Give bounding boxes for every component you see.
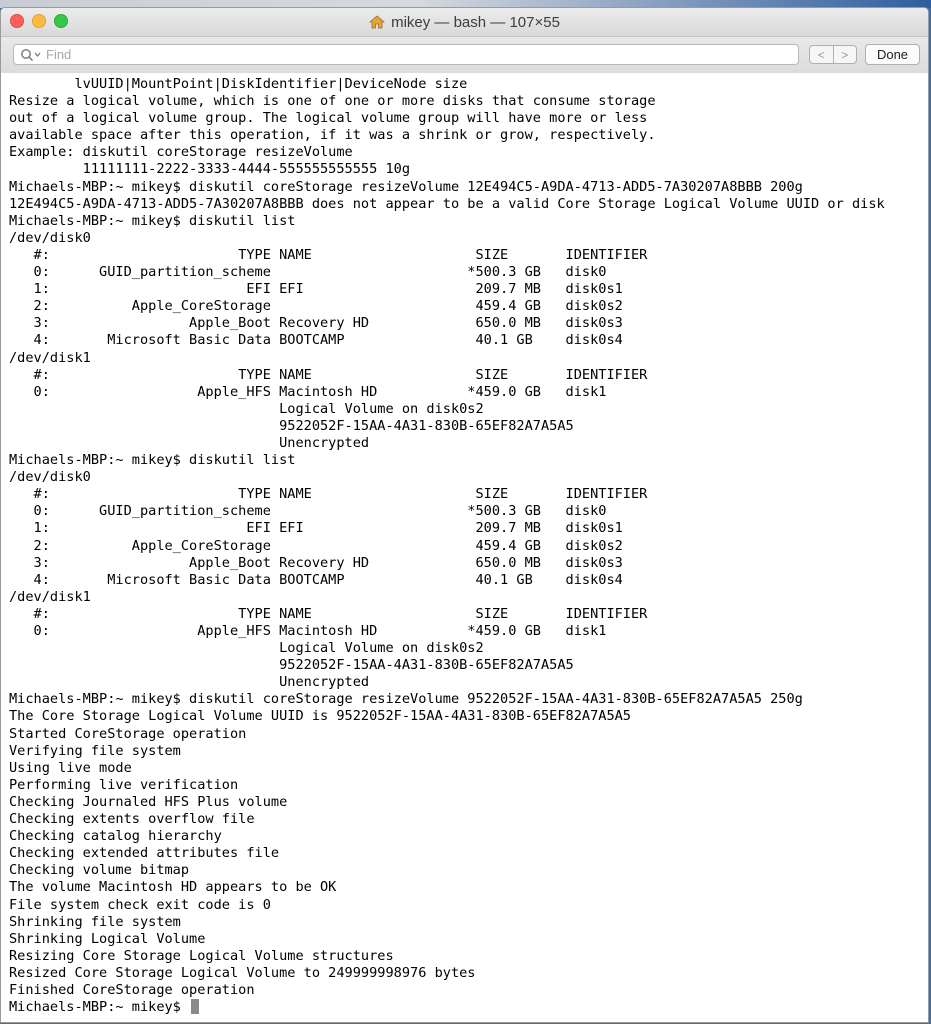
terminal-line: Finished CoreStorage operation: [9, 981, 255, 998]
terminal-line: The volume Macintosh HD appears to be OK: [9, 879, 337, 896]
terminal-line: Unencrypted: [9, 434, 370, 451]
terminal-line: available space after this operation, if…: [9, 127, 656, 144]
terminal-line: 0: Apple_HFS Macintosh HD *459.0 GB disk…: [9, 623, 607, 639]
terminal-line: 11111111-2222-3333-4444-555555555555 10g: [9, 161, 411, 178]
terminal-line: Shrinking Logical Volume: [9, 930, 206, 947]
terminal-line: /dev/disk1: [9, 349, 91, 366]
terminal-line: Checking volume bitmap: [9, 862, 190, 879]
terminal-line: 9522052F-15AA-4A31-830B-65EF82A7A5A5: [9, 657, 574, 674]
terminal-line: 3: Apple_Boot Recovery HD 650.0 MB disk0…: [9, 554, 623, 571]
terminal-line: Verifying file system: [9, 742, 181, 759]
terminal-line: 0: Apple_HFS Macintosh HD *459.0 GB disk…: [9, 383, 607, 400]
window-title: mikey — bash — 107×55: [391, 13, 560, 31]
terminal-line: Checking extents overflow file: [9, 811, 255, 828]
text-cursor: [191, 999, 200, 1015]
terminal-line: Checking extended attributes file: [9, 845, 280, 862]
terminal-line: Logical Volume on disk0s2: [9, 640, 484, 657]
terminal-line: 12E494C5-A9DA-4713-ADD5-7A30207A8BBB doe…: [9, 195, 885, 212]
terminal-line: lvUUID|MountPoint|DiskIdentifier|DeviceN…: [9, 76, 468, 92]
find-next-button[interactable]: >: [832, 46, 857, 63]
terminal-line: Michaels-MBP:~ mikey$ diskutil coreStora…: [9, 691, 803, 708]
terminal-line: /dev/disk0: [9, 469, 91, 486]
terminal-line: Using live mode: [9, 759, 132, 776]
terminal-line: Resizing Core Storage Logical Volume str…: [9, 947, 394, 964]
terminal-line: 2: Apple_CoreStorage 459.4 GB disk0s2: [9, 537, 623, 554]
done-button[interactable]: Done: [865, 44, 920, 65]
find-field[interactable]: [13, 44, 799, 65]
terminal-line: #: TYPE NAME SIZE IDENTIFIER: [9, 246, 648, 263]
terminal-line: Performing live verification: [9, 776, 239, 793]
window-title-area: mikey — bash — 107×55: [1, 8, 928, 36]
terminal-line: File system check exit code is 0: [9, 896, 271, 913]
terminal-line: Michaels-MBP:~ mikey$ diskutil coreStora…: [9, 178, 803, 195]
terminal-line: 2: Apple_CoreStorage 459.4 GB disk0s2: [9, 298, 623, 315]
find-navigation: < >: [809, 45, 857, 64]
search-icon[interactable]: [20, 48, 42, 62]
terminal-line: out of a logical volume group. The logic…: [9, 110, 648, 127]
terminal-line: /dev/disk1: [9, 588, 91, 605]
terminal-line: 0: GUID_partition_scheme *500.3 GB disk0: [9, 503, 607, 520]
terminal-line: Resized Core Storage Logical Volume to 2…: [9, 964, 476, 981]
terminal-line: 3: Apple_Boot Recovery HD 650.0 MB disk0…: [9, 315, 623, 332]
terminal-line: The Core Storage Logical Volume UUID is …: [9, 708, 631, 725]
shell-prompt: Michaels-MBP:~ mikey$: [9, 999, 190, 1016]
terminal-line: Unencrypted: [9, 674, 370, 691]
terminal-line: Checking Journaled HFS Plus volume: [9, 793, 288, 810]
terminal-line: Shrinking file system: [9, 913, 181, 930]
terminal-line: Example: diskutil coreStorage resizeVolu…: [9, 144, 353, 161]
terminal-line: 1: EFI EFI 209.7 MB disk0s1: [9, 281, 623, 298]
find-input[interactable]: [42, 45, 798, 64]
terminal-line: Michaels-MBP:~ mikey$ diskutil list: [9, 452, 296, 469]
terminal-line: #: TYPE NAME SIZE IDENTIFIER: [9, 486, 648, 503]
title-bar[interactable]: mikey — bash — 107×55: [1, 8, 928, 37]
find-previous-button[interactable]: <: [810, 46, 833, 63]
terminal-line: Michaels-MBP:~ mikey$ diskutil list: [9, 212, 296, 229]
terminal-line: Checking catalog hierarchy: [9, 828, 222, 845]
terminal-line: #: TYPE NAME SIZE IDENTIFIER: [9, 605, 648, 622]
terminal-line: 4: Microsoft Basic Data BOOTCAMP 40.1 GB…: [9, 571, 623, 588]
terminal-prompt-line[interactable]: Michaels-MBP:~ mikey$: [9, 999, 928, 1016]
terminal-line: Started CoreStorage operation: [9, 725, 247, 742]
find-bar: < > Done: [1, 37, 928, 74]
terminal-line: #: TYPE NAME SIZE IDENTIFIER: [9, 366, 648, 383]
terminal-line: /dev/disk0: [9, 229, 91, 246]
terminal-line: Resize a logical volume, which is one of…: [9, 93, 656, 110]
terminal-window: mikey — bash — 107×55 < > Done lvUUID|Mo…: [0, 7, 929, 1023]
terminal-line: 9522052F-15AA-4A31-830B-65EF82A7A5A5: [9, 417, 574, 434]
terminal-line: 1: EFI EFI 209.7 MB disk0s1: [9, 520, 623, 537]
terminal-line: Logical Volume on disk0s2: [9, 400, 484, 417]
home-folder-icon: [369, 15, 386, 29]
terminal-output[interactable]: lvUUID|MountPoint|DiskIdentifier|DeviceN…: [1, 73, 928, 1022]
terminal-line: 4: Microsoft Basic Data BOOTCAMP 40.1 GB…: [9, 332, 623, 349]
terminal-line: 0: GUID_partition_scheme *500.3 GB disk0: [9, 264, 607, 281]
